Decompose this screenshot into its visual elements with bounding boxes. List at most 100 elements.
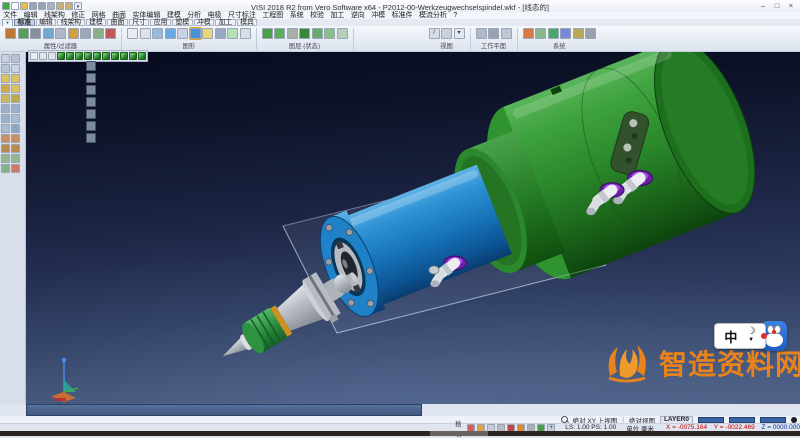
mask-elements-icon[interactable]: [80, 28, 91, 39]
gouraud-shade-mode-icon[interactable]: [165, 28, 176, 39]
circle-center-radius-icon[interactable]: [1, 114, 10, 123]
snap-mid-icon[interactable]: [11, 74, 20, 83]
isolate-elements-icon[interactable]: [93, 28, 104, 39]
menu-reverse[interactable]: 逆向: [348, 12, 368, 19]
maximize-button[interactable]: □: [770, 0, 784, 11]
save-as-icon[interactable]: [38, 2, 46, 10]
menu-verify[interactable]: 校验: [307, 12, 327, 19]
system-grid-icon[interactable]: [560, 28, 571, 39]
snap-quadrant-icon[interactable]: [1, 94, 10, 103]
layer-current-icon[interactable]: [299, 28, 310, 39]
filter-reset-icon[interactable]: [105, 28, 116, 39]
workplane-select-icon[interactable]: [476, 28, 487, 39]
color-filter-icon[interactable]: [18, 28, 29, 39]
arc-3pt-icon[interactable]: [11, 114, 20, 123]
element-filter-icon[interactable]: [55, 28, 66, 39]
group-icons: [127, 28, 251, 39]
workplane-origin-icon[interactable]: [488, 28, 499, 39]
select-polygon-icon[interactable]: [11, 54, 20, 63]
3d-viewport[interactable]: 智造资料网 中 ☽ ▼: [26, 52, 800, 404]
zoom-indicator-icon[interactable]: [561, 416, 568, 423]
linetype-filter-icon[interactable]: [30, 28, 41, 39]
group-icons: [262, 28, 348, 39]
view-previous-icon[interactable]: /: [429, 28, 440, 39]
trim-tool-icon[interactable]: [1, 134, 10, 143]
ime-menu-arrow-icon[interactable]: ▼: [748, 336, 754, 344]
layer-new-icon[interactable]: [262, 28, 273, 39]
redraw-icon[interactable]: [227, 28, 238, 39]
extend-tool-icon[interactable]: [11, 134, 20, 143]
hidden-line-mode-icon[interactable]: [140, 28, 151, 39]
profile-tool-icon[interactable]: [11, 124, 20, 133]
zoom-window-icon[interactable]: [1, 64, 10, 73]
save-icon[interactable]: [29, 2, 37, 10]
select-arrow-icon[interactable]: [1, 54, 10, 63]
system-colors-icon[interactable]: [523, 28, 534, 39]
zoom-extents-icon[interactable]: [240, 28, 251, 39]
system-info-icon[interactable]: [585, 28, 596, 39]
scale-readout: LS: 1.00 PS: 1.00: [565, 424, 616, 431]
layer-move-icon[interactable]: [324, 28, 335, 39]
main-toolbar: 属性/过滤器 图形 图层 (状态) /▾ 视图 工作平面 系统: [0, 26, 800, 52]
layer-settings-icon[interactable]: [337, 28, 348, 39]
group-icons: [523, 28, 597, 39]
menu-system[interactable]: 系统: [287, 12, 307, 19]
redo-icon[interactable]: [65, 2, 73, 10]
app-logo-icon[interactable]: [2, 2, 10, 10]
line-2pt-icon[interactable]: [1, 104, 10, 113]
workplane-align-icon[interactable]: [501, 28, 512, 39]
ime-language-indicator[interactable]: 中: [724, 327, 737, 346]
undo-icon[interactable]: [56, 2, 64, 10]
line-parallel-icon[interactable]: [11, 104, 20, 113]
light-settings-icon[interactable]: [202, 28, 213, 39]
view-menu-icon[interactable]: ▾: [454, 28, 465, 39]
attribute-paint-icon[interactable]: [5, 28, 16, 39]
group-icons: /▾: [429, 28, 465, 39]
command-prompt-bar[interactable]: [26, 404, 422, 416]
rectangle-tool-icon[interactable]: [1, 124, 10, 133]
status-dot-icon: [791, 417, 797, 423]
ime-card[interactable]: 中 ☽ ▼: [714, 323, 766, 349]
snap-intersection-icon[interactable]: [11, 84, 20, 93]
chamfer-2d-icon[interactable]: [11, 144, 20, 153]
delete-tool-icon[interactable]: [11, 164, 20, 173]
status-field-placeholder: [760, 417, 786, 423]
menu-help[interactable]: ?: [450, 12, 460, 19]
open-folder-icon[interactable]: [20, 2, 28, 10]
qat-customize-icon[interactable]: ▾: [74, 2, 82, 10]
flat-shade-mode-icon[interactable]: [152, 28, 163, 39]
system-tools-icon[interactable]: [573, 28, 584, 39]
mirror-tool-icon[interactable]: [1, 164, 10, 173]
fillet-2d-icon[interactable]: [1, 144, 10, 153]
ime-toolbar[interactable]: 中 ☽ ▼: [714, 323, 787, 351]
new-document-icon[interactable]: [11, 2, 19, 10]
quick-pick-icon[interactable]: [68, 28, 79, 39]
system-options-icon[interactable]: [548, 28, 559, 39]
view-store-icon[interactable]: [441, 28, 452, 39]
taskbar-strip: [0, 431, 800, 436]
rotate-tool-icon[interactable]: [11, 154, 20, 163]
layer-manager-icon[interactable]: [312, 28, 323, 39]
snap-end-icon[interactable]: [1, 74, 10, 83]
layer-filter-icon[interactable]: [43, 28, 54, 39]
print-icon[interactable]: [47, 2, 55, 10]
ime-moon-icon[interactable]: ☽: [747, 328, 756, 336]
background-color-icon[interactable]: [215, 28, 226, 39]
transparency-mode-icon[interactable]: [177, 28, 188, 39]
layer-off-icon[interactable]: [287, 28, 298, 39]
layer-on-icon[interactable]: [274, 28, 285, 39]
move-tool-icon[interactable]: [1, 154, 10, 163]
system-settings-icon[interactable]: [535, 28, 546, 39]
close-button[interactable]: ×: [784, 0, 798, 11]
shaded-edges-mode-icon[interactable]: [190, 28, 201, 39]
menu-moldflow[interactable]: 模流分析: [416, 12, 450, 19]
minimize-button[interactable]: –: [756, 0, 770, 11]
menu-drawing[interactable]: 工程图: [259, 12, 286, 19]
menu-machining[interactable]: 加工: [327, 12, 347, 19]
wireframe-mode-icon[interactable]: [127, 28, 138, 39]
snap-tangent-icon[interactable]: [11, 94, 20, 103]
snap-center-icon[interactable]: [1, 84, 10, 93]
zoom-previous-icon[interactable]: [11, 64, 20, 73]
menu-die[interactable]: 冲模: [368, 12, 388, 19]
menu-standard-parts[interactable]: 标准件: [388, 12, 415, 19]
